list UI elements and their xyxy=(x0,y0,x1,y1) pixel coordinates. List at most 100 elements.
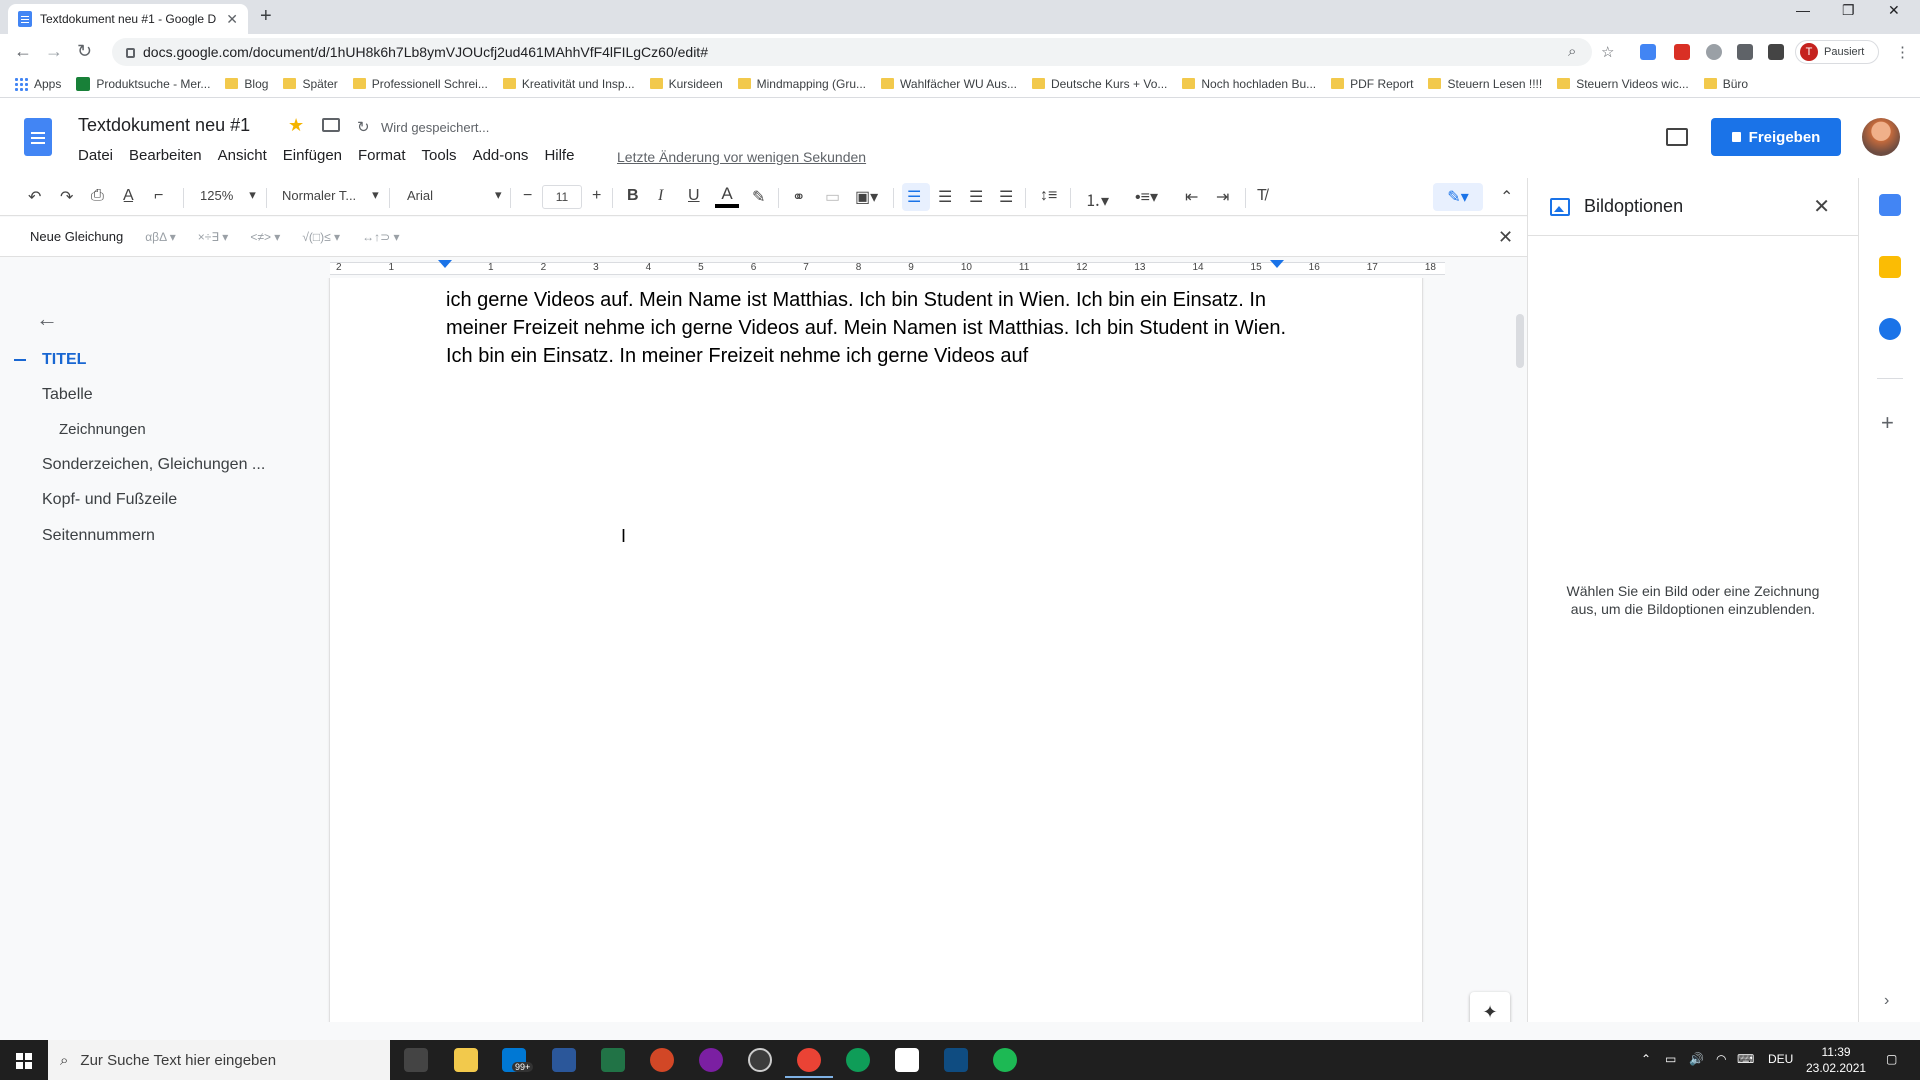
menu-bearbeiten[interactable]: Bearbeiten xyxy=(129,147,202,164)
extension-iq-icon[interactable] xyxy=(1640,44,1656,60)
taskbar-clock[interactable]: 11:39 23.02.2021 xyxy=(1806,1044,1866,1076)
share-button[interactable]: Freigeben xyxy=(1711,118,1841,156)
line-spacing-icon[interactable]: ↕≡ xyxy=(1040,187,1057,205)
language-indicator[interactable]: DEU xyxy=(1768,1052,1793,1066)
comment-history-icon[interactable] xyxy=(1666,128,1688,146)
right-indent-marker[interactable] xyxy=(1270,260,1284,268)
close-tab-icon[interactable]: ✕ xyxy=(226,11,238,28)
edge-icon[interactable] xyxy=(846,1048,870,1072)
keyboard-icon[interactable]: ⌨ xyxy=(1737,1052,1754,1066)
equation-greek-menu[interactable]: αβΔ ▾ xyxy=(145,230,176,244)
move-folder-icon[interactable] xyxy=(322,118,340,132)
increase-font-size-icon[interactable]: + xyxy=(592,187,601,205)
network-icon[interactable]: ▭ xyxy=(1665,1052,1676,1066)
star-icon[interactable]: ★ xyxy=(288,115,304,136)
back-icon[interactable]: ← xyxy=(14,41,32,62)
bold-icon[interactable]: B xyxy=(627,187,639,205)
equation-relations-menu[interactable]: <≠> ▾ xyxy=(250,230,280,244)
bookmark-folder[interactable]: Kursideen xyxy=(649,77,723,91)
add-addon-icon[interactable]: + xyxy=(1881,410,1894,436)
outline-item-titel[interactable]: TITEL xyxy=(42,351,86,369)
taskbar-search[interactable]: ⌕ Zur Suche Text hier eingeben xyxy=(48,1040,390,1080)
new-equation-button[interactable]: Neue Gleichung xyxy=(30,229,123,244)
decrease-font-size-icon[interactable]: − xyxy=(523,187,532,205)
align-justify-icon[interactable]: ☰ xyxy=(999,187,1013,207)
align-left-icon[interactable]: ☰ xyxy=(907,187,921,207)
zoom-select[interactable]: 125% ▾ xyxy=(200,187,256,203)
menu-datei[interactable]: Datei xyxy=(78,147,113,164)
task-view-icon[interactable] xyxy=(404,1048,428,1072)
menu-addons[interactable]: Add-ons xyxy=(473,147,529,164)
file-explorer-icon[interactable] xyxy=(454,1048,478,1072)
notifications-icon[interactable]: ▢ xyxy=(1886,1052,1897,1066)
address-bar[interactable]: docs.google.com/document/d/1hUH8k6h7Lb8y… xyxy=(112,38,1592,66)
extension-badge-icon[interactable] xyxy=(1674,44,1690,60)
bookmark-folder[interactable]: Mindmapping (Gru... xyxy=(737,77,866,91)
bookmark-folder[interactable]: Später xyxy=(283,77,338,91)
excel-icon[interactable] xyxy=(601,1048,625,1072)
obs-icon[interactable] xyxy=(748,1048,772,1072)
browser-tab[interactable]: Textdokument neu #1 - Google D ✕ xyxy=(8,4,248,34)
equation-math-menu[interactable]: √(□)≤ ▾ xyxy=(302,230,340,244)
new-tab-icon[interactable]: + xyxy=(260,5,272,28)
bookmark-folder[interactable]: Blog xyxy=(225,77,268,91)
calendar-icon[interactable] xyxy=(1879,194,1901,216)
tasks-icon[interactable] xyxy=(1879,318,1901,340)
add-comment-icon[interactable]: ▭ xyxy=(825,187,840,207)
numbered-list-icon[interactable]: ⒈▾ xyxy=(1085,187,1109,211)
menu-hilfe[interactable]: Hilfe xyxy=(544,147,574,164)
italic-icon[interactable]: I xyxy=(658,187,663,205)
collapse-menu-icon[interactable]: ⌃ xyxy=(1500,187,1513,207)
docs-logo-icon[interactable] xyxy=(24,118,52,156)
outline-item-zeichnungen[interactable]: Zeichnungen xyxy=(59,421,146,438)
calculator-icon[interactable] xyxy=(944,1048,968,1072)
outline-item-seitennummern[interactable]: Seitennummern xyxy=(42,527,155,545)
bookmark-folder[interactable]: Professionell Schrei... xyxy=(352,77,488,91)
bookmark-folder[interactable]: Büro xyxy=(1703,77,1748,91)
volume-icon[interactable]: 🔊 xyxy=(1689,1052,1704,1066)
keep-icon[interactable] xyxy=(1879,256,1901,278)
undo-icon[interactable]: ↶ xyxy=(28,187,41,207)
explore-button[interactable]: ✦ xyxy=(1470,992,1510,1022)
clear-formatting-icon[interactable]: T̸ xyxy=(1257,187,1267,205)
powerpoint-icon[interactable] xyxy=(650,1048,674,1072)
extension-circle-icon[interactable] xyxy=(1706,44,1722,60)
bookmark-folder[interactable]: Deutsche Kurs + Vo... xyxy=(1031,77,1167,91)
profile-button[interactable]: T Pausiert xyxy=(1795,40,1879,64)
paragraph-style-select[interactable]: Normaler T... ▾ xyxy=(282,187,379,203)
expand-panel-icon[interactable]: › xyxy=(1884,992,1889,1010)
bookmark-folder[interactable]: Wahlfächer WU Aus... xyxy=(881,77,1017,91)
bookmark-folder[interactable]: Steuern Lesen !!!! xyxy=(1428,77,1542,91)
document-page[interactable]: Mein Name ist Matthias. Ich bin Student … xyxy=(330,278,1422,1022)
app-icon[interactable] xyxy=(699,1048,723,1072)
outline-item-tabelle[interactable]: Tabelle xyxy=(42,386,93,404)
paint-format-icon[interactable]: ⌐ xyxy=(154,187,163,205)
forward-icon[interactable]: → xyxy=(45,41,63,62)
redo-icon[interactable]: ↷ xyxy=(60,187,73,207)
close-window-icon[interactable]: ✕ xyxy=(1888,2,1900,19)
user-avatar[interactable] xyxy=(1862,118,1900,156)
browser-menu-icon[interactable]: ⋮ xyxy=(1895,43,1910,61)
text-color-icon[interactable]: A xyxy=(715,184,739,208)
highlight-icon[interactable]: ✎ xyxy=(752,187,765,207)
document-title[interactable]: Textdokument neu #1 xyxy=(78,115,250,136)
app-window-icon[interactable] xyxy=(895,1048,919,1072)
extension-grid-icon[interactable] xyxy=(1737,44,1753,60)
tray-chevron-icon[interactable]: ⌃ xyxy=(1641,1052,1651,1066)
menu-einfuegen[interactable]: Einfügen xyxy=(283,147,342,164)
left-indent-marker[interactable] xyxy=(438,260,452,268)
equation-operators-menu[interactable]: ×÷∃ ▾ xyxy=(198,230,229,244)
close-panel-icon[interactable]: ✕ xyxy=(1813,194,1830,219)
menu-tools[interactable]: Tools xyxy=(422,147,457,164)
align-center-icon[interactable]: ☰ xyxy=(938,187,952,207)
editing-mode-button[interactable]: ✎▾ xyxy=(1433,183,1483,211)
font-size-input[interactable]: 11 xyxy=(542,185,582,209)
menu-ansicht[interactable]: Ansicht xyxy=(218,147,267,164)
outline-item-sonderzeichen[interactable]: Sonderzeichen, Gleichungen ... xyxy=(42,456,265,474)
bookmark-folder[interactable]: Steuern Videos wic... xyxy=(1557,77,1689,91)
font-select[interactable]: Arial ▾ xyxy=(407,187,502,203)
extensions-puzzle-icon[interactable] xyxy=(1768,44,1784,60)
bulleted-list-icon[interactable]: •≡▾ xyxy=(1135,187,1158,207)
equation-arrows-menu[interactable]: ↔↑⊃ ▾ xyxy=(362,230,399,244)
minimize-icon[interactable]: — xyxy=(1796,2,1810,18)
